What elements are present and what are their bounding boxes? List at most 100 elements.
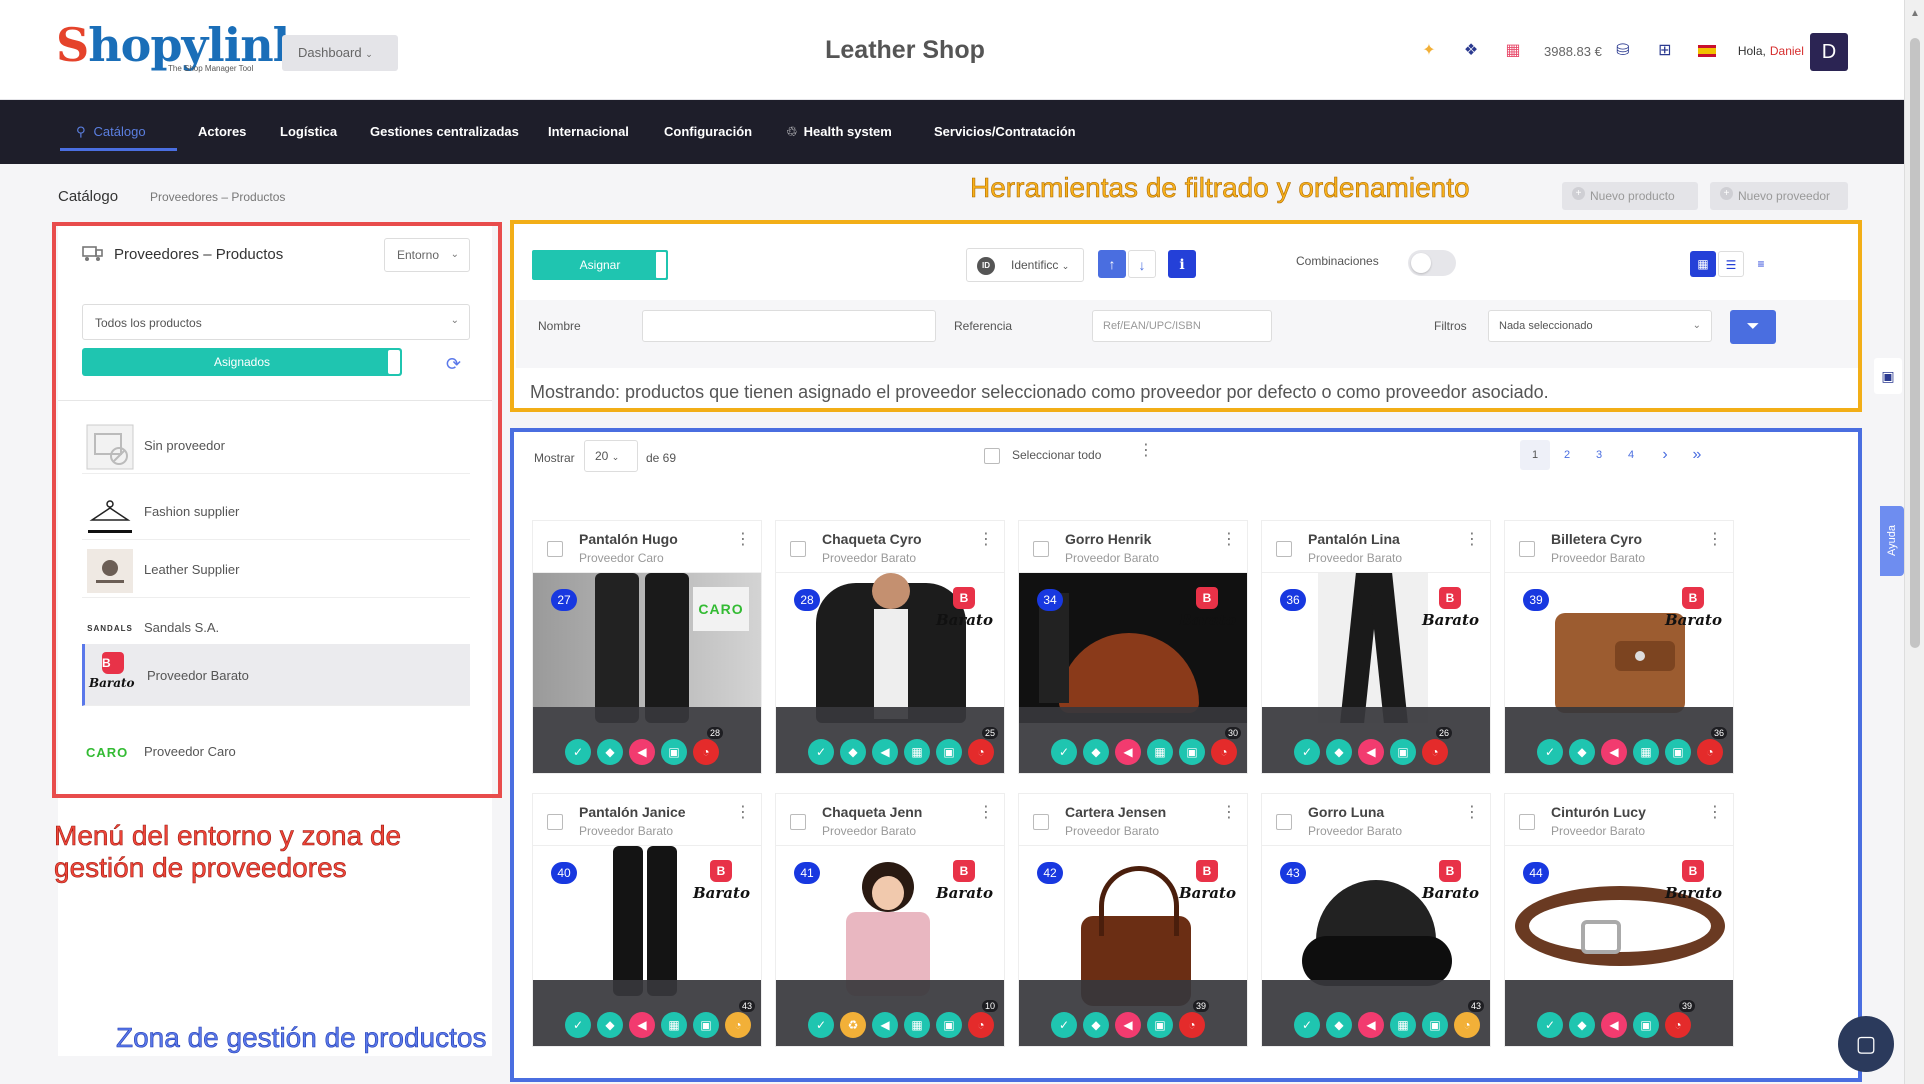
check-icon[interactable]: ✓ xyxy=(1294,1012,1320,1038)
filters-select[interactable]: Nada seleccionado ⌄ xyxy=(1488,310,1712,342)
megaphone-icon[interactable]: ◀ xyxy=(872,739,898,765)
product-image[interactable]: 36 B Barato ✓ ◆ ◀ ▣ ◔ 26 xyxy=(1261,572,1491,774)
check-icon[interactable]: ✓ xyxy=(808,1012,834,1038)
kebab-menu-icon[interactable]: ⋮ xyxy=(1221,805,1237,821)
nav-actores[interactable]: Actores xyxy=(198,124,246,139)
kebab-menu-icon[interactable]: ⋮ xyxy=(1464,805,1480,821)
kebab-menu-icon[interactable]: ⋮ xyxy=(1707,805,1723,821)
nav-health[interactable]: ♲ Health system xyxy=(786,124,892,140)
kebab-menu-icon[interactable]: ⋮ xyxy=(1464,532,1480,548)
product-name[interactable]: Cinturón Lucy xyxy=(1551,804,1646,820)
grid-icon[interactable]: ▦ xyxy=(1633,739,1659,765)
check-icon[interactable]: ✓ xyxy=(565,739,591,765)
truck-icon[interactable]: ▣ xyxy=(1422,1012,1448,1038)
wallet-icon[interactable]: ⛁ xyxy=(1612,40,1634,62)
gauge-icon[interactable]: ◔ 39 xyxy=(1179,1000,1210,1038)
truck-icon[interactable]: ▣ xyxy=(693,1012,719,1038)
nav-logistica[interactable]: Logística xyxy=(280,124,337,139)
product-image[interactable]: 39 B Barato ✓ ◆ ◀ ▦ ▣ ◔ 36 xyxy=(1504,572,1734,774)
supplier-item-leather[interactable]: Leather Supplier xyxy=(82,540,470,598)
truck-icon[interactable]: ▣ xyxy=(936,739,962,765)
truck-icon[interactable]: ▣ xyxy=(661,739,687,765)
nav-configuracion[interactable]: Configuración xyxy=(664,124,752,139)
gauge-icon[interactable]: ◔ 36 xyxy=(1697,727,1728,765)
page-4[interactable]: 4 xyxy=(1616,440,1646,470)
product-checkbox[interactable] xyxy=(547,541,563,557)
balance-amount[interactable]: 3988.83 € xyxy=(1544,44,1602,59)
megaphone-icon[interactable]: ◀ xyxy=(1358,739,1384,765)
grid-icon[interactable]: ▦ xyxy=(1147,739,1173,765)
product-image[interactable]: 41 B Barato ✓ ♻ ◀ ▦ ▣ ◔ 10 xyxy=(775,845,1005,1047)
tag-icon[interactable]: ◆ xyxy=(1569,739,1595,765)
supplier-item-barato[interactable]: B Barato Proveedor Barato xyxy=(82,644,470,706)
grid-icon[interactable]: ▦ xyxy=(661,1012,687,1038)
megaphone-icon[interactable]: ◀ xyxy=(629,1012,655,1038)
list-view-button[interactable]: ☰ xyxy=(1718,251,1744,277)
tag-icon[interactable]: ◆ xyxy=(840,739,866,765)
compact-view-button[interactable]: ≡ xyxy=(1748,251,1774,277)
sort-desc-button[interactable]: ↓ xyxy=(1128,250,1156,278)
product-name[interactable]: Pantalón Janice xyxy=(579,804,686,820)
tag-icon[interactable]: ◆ xyxy=(597,739,623,765)
tag-icon[interactable]: ◆ xyxy=(1083,739,1109,765)
product-card[interactable]: Cartera Jensen Proveedor Barato ⋮ 42 B Ba… xyxy=(1018,793,1248,1047)
kebab-menu-icon[interactable]: ⋮ xyxy=(735,532,751,548)
grid-apps-icon[interactable]: ▦ xyxy=(1502,40,1524,62)
megaphone-icon[interactable]: ◀ xyxy=(1601,1012,1627,1038)
environment-select[interactable]: Entorno ⌄ xyxy=(384,238,470,272)
gauge-icon[interactable]: ◔ 26 xyxy=(1422,727,1453,765)
sort-asc-button[interactable]: ↑ xyxy=(1098,250,1126,278)
last-page-icon[interactable]: » xyxy=(1682,440,1712,470)
product-card[interactable]: Chaqueta Cyro Proveedor Barato ⋮ 28 B Bar… xyxy=(775,520,1005,774)
product-image[interactable]: 40 B Barato ✓ ◆ ◀ ▦ ▣ ◔ 43 xyxy=(532,845,762,1047)
truck-icon[interactable]: ▣ xyxy=(1179,739,1205,765)
page-3[interactable]: 3 xyxy=(1584,440,1614,470)
product-card[interactable]: Chaqueta Jenn Proveedor Barato ⋮ 41 B Bar… xyxy=(775,793,1005,1047)
product-name[interactable]: Gorro Luna xyxy=(1308,804,1384,820)
check-icon[interactable]: ✓ xyxy=(1051,739,1077,765)
check-icon[interactable]: ✓ xyxy=(565,1012,591,1038)
product-card[interactable]: Pantalón Janice Proveedor Barato ⋮ 40 BB… xyxy=(532,793,762,1047)
product-checkbox[interactable] xyxy=(547,814,563,830)
assign-toggle[interactable]: Asignar xyxy=(532,250,668,280)
select-all-checkbox[interactable] xyxy=(984,448,1000,464)
reference-input[interactable]: Ref/EAN/UPC/ISBN xyxy=(1092,310,1272,342)
product-card[interactable]: Pantalón Hugo Proveedor Caro ⋮ 27 CARO ✓… xyxy=(532,520,762,774)
product-checkbox[interactable] xyxy=(1519,814,1535,830)
page-2[interactable]: 2 xyxy=(1552,440,1582,470)
tag-icon[interactable]: ◆ xyxy=(1569,1012,1595,1038)
product-checkbox[interactable] xyxy=(1276,541,1292,557)
supplier-item-caro[interactable]: CARO Proveedor Caro xyxy=(82,722,470,780)
kebab-menu-icon[interactable]: ⋮ xyxy=(978,805,994,821)
kebab-menu-icon[interactable]: ⋮ xyxy=(1707,532,1723,548)
handshake-icon[interactable]: ❖ xyxy=(1460,40,1482,62)
info-button[interactable]: i xyxy=(1168,250,1196,278)
product-checkbox[interactable] xyxy=(1033,814,1049,830)
gauge-icon[interactable]: ◔ 25 xyxy=(968,727,999,765)
product-name[interactable]: Chaqueta Cyro xyxy=(822,531,922,547)
check-icon[interactable]: ✓ xyxy=(808,739,834,765)
sort-field-select[interactable]: ID Identificc ⌄ xyxy=(966,248,1084,282)
product-checkbox[interactable] xyxy=(790,541,806,557)
kebab-menu-icon[interactable]: ⋮ xyxy=(978,532,994,548)
megaphone-icon[interactable]: ◀ xyxy=(872,1012,898,1038)
gauge-icon[interactable]: ◔ 43 xyxy=(725,1000,756,1038)
breadcrumb-title[interactable]: Catálogo xyxy=(58,188,118,205)
kebab-menu-icon[interactable]: ⋮ xyxy=(1138,443,1154,459)
check-icon[interactable]: ✓ xyxy=(1294,739,1320,765)
kebab-menu-icon[interactable]: ⋮ xyxy=(735,805,751,821)
grid-icon[interactable]: ▦ xyxy=(904,1012,930,1038)
assigned-toggle[interactable]: Asignados xyxy=(82,348,402,376)
gauge-icon[interactable]: ◔ 28 xyxy=(693,727,724,765)
grid-view-button[interactable]: ▦ xyxy=(1690,251,1716,277)
scroll-up-icon[interactable]: ▲ xyxy=(1910,8,1920,19)
truck-icon[interactable]: ▣ xyxy=(1390,739,1416,765)
grid-icon[interactable]: ▦ xyxy=(904,739,930,765)
truck-icon[interactable]: ▣ xyxy=(1633,1012,1659,1038)
product-image[interactable]: 43 B Barato ✓ ◆ ◀ ▦ ▣ ◔ 43 xyxy=(1261,845,1491,1047)
product-name[interactable]: Cartera Jensen xyxy=(1065,804,1166,820)
megaphone-icon[interactable]: ◀ xyxy=(629,739,655,765)
supplier-item-sin-proveedor[interactable]: Sin proveedor xyxy=(82,416,470,474)
product-name[interactable]: Gorro Henrik xyxy=(1065,531,1151,547)
product-name[interactable]: Chaqueta Jenn xyxy=(822,804,922,820)
